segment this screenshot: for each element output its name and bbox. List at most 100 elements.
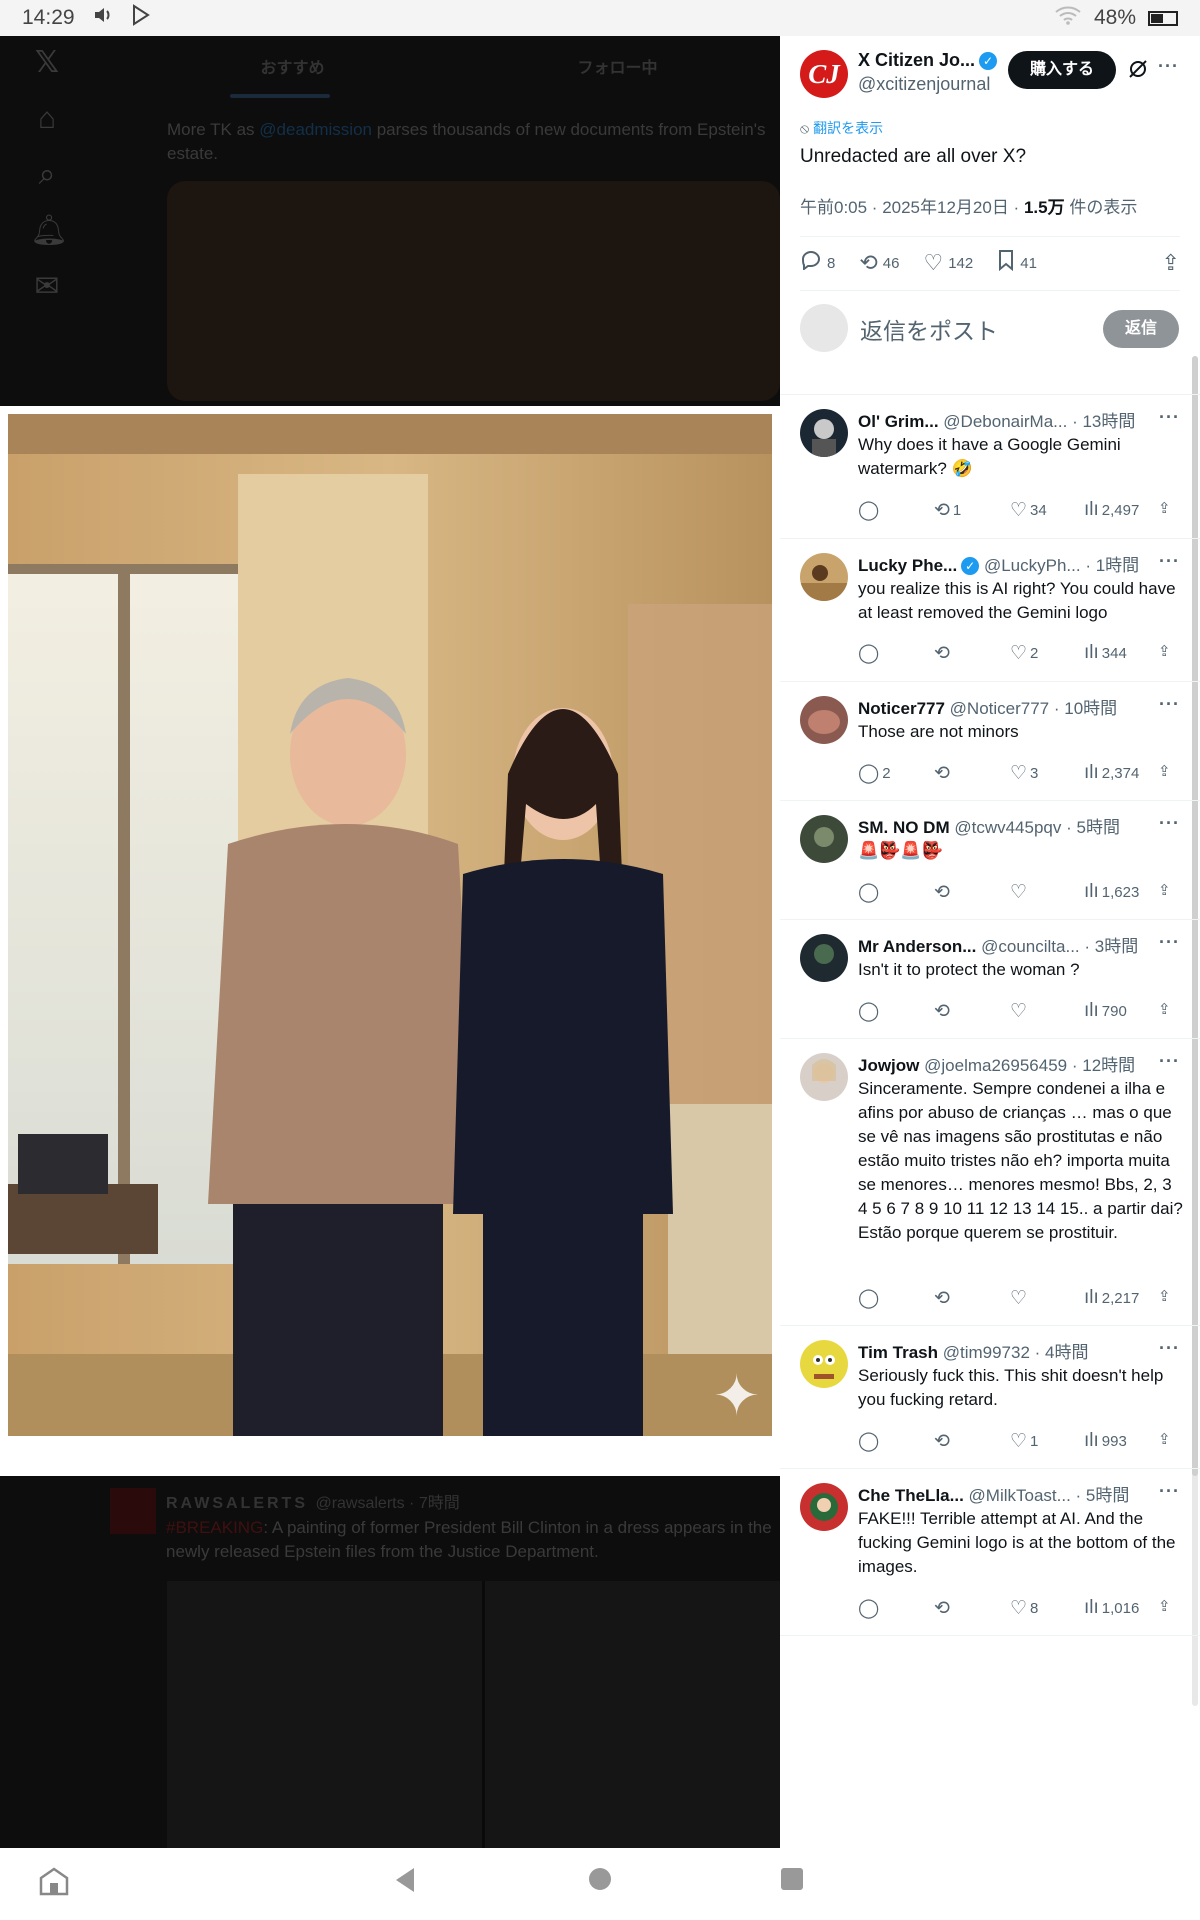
buy-button[interactable]: 購入する (1008, 51, 1116, 89)
avatar[interactable] (800, 409, 848, 457)
feed-avatar[interactable] (110, 1488, 156, 1534)
repost-button[interactable]: ⟲ (934, 1287, 953, 1310)
like-button[interactable]: ♡ 2 (1010, 642, 1038, 665)
mail-icon[interactable]: ✉ (30, 270, 64, 304)
more-options-icon[interactable]: ··· (1159, 813, 1180, 834)
heart-icon: ♡ (1010, 1001, 1028, 1022)
like-button[interactable]: ♡ (1010, 1287, 1030, 1310)
bell-icon[interactable]: 🔔︎ (30, 214, 68, 248)
share-icon[interactable]: ⇪ (1158, 1287, 1171, 1305)
reply-button[interactable]: ◯ (858, 1597, 882, 1620)
reply-actions: ◯ 2 ⟲ ♡ 3 ılı 2,374 ⇪ (858, 762, 1180, 788)
bookmark-button[interactable]: 41 (997, 249, 1037, 277)
more-options-icon[interactable]: ··· (1159, 932, 1180, 953)
avatar[interactable] (800, 553, 848, 601)
repost-button[interactable]: ⟲ 1 (934, 499, 961, 522)
reply-item[interactable]: Ol' Grim... @DebonairMa... · 13時間 ··· Wh… (780, 394, 1200, 538)
share-icon[interactable]: ⇪ (1158, 881, 1171, 899)
tab-for-you[interactable]: おすすめ (130, 36, 455, 98)
reply-item[interactable]: Noticer777 @Noticer777 · 10時間 ··· Those … (780, 681, 1200, 800)
share-icon[interactable]: ⇪ (1158, 1430, 1171, 1448)
repost-button[interactable]: ⟲ (934, 1000, 953, 1023)
repost-button[interactable]: ⟲ (934, 1597, 953, 1620)
reply-button[interactable]: ◯ 2 (858, 762, 891, 785)
more-options-icon[interactable]: ··· (1159, 407, 1180, 428)
views-button[interactable]: ılı 344 (1084, 642, 1127, 664)
author-name[interactable]: X Citizen Jo... ✓ (858, 50, 998, 71)
reply-button[interactable]: 8 (800, 250, 835, 276)
views-button[interactable]: ılı 2,374 (1084, 762, 1139, 784)
repost-button[interactable]: ⟲ (934, 762, 953, 785)
reply-item[interactable]: Lucky Phe... ✓ @LuckyPh... · 1時間 ··· you … (780, 538, 1200, 681)
reply-item[interactable]: Che TheLla... @MilkToast... · 5時間 ··· FA… (780, 1468, 1200, 1636)
like-button[interactable]: ♡ (1010, 1000, 1030, 1023)
views-button[interactable]: ılı 1,623 (1084, 881, 1139, 903)
repost-button[interactable]: ⟲ (934, 881, 953, 904)
translate-link[interactable]: ⦸ 翻訳を表示 (800, 118, 883, 138)
avatar[interactable] (800, 1483, 848, 1531)
avatar[interactable] (800, 696, 848, 744)
like-button[interactable]: ♡ 1 (1010, 1430, 1038, 1453)
reply-header: Jowjow @joelma26956459 · 12時間 (858, 1056, 1136, 1075)
gemini-sparkle-icon: ✦ (713, 1364, 760, 1427)
avatar[interactable] (800, 1340, 848, 1388)
views-button[interactable]: ılı 2,217 (1084, 1287, 1139, 1309)
share-icon[interactable]: ⇪ (1158, 642, 1171, 660)
more-options-icon[interactable]: ··· (1159, 694, 1180, 715)
more-options-icon[interactable]: ··· (1159, 1051, 1180, 1072)
reply-input[interactable]: 返信をポスト (860, 312, 998, 346)
repost-button[interactable]: ⟲ 46 (859, 250, 899, 276)
feed-tweet-media[interactable] (167, 181, 780, 401)
home-icon[interactable]: ⌂ (30, 102, 64, 136)
reply-button[interactable]: ◯ (858, 1000, 882, 1023)
search-icon[interactable]: ⌕ (30, 158, 64, 192)
home-store-icon[interactable] (38, 1866, 70, 1903)
feed-tweet2-header: RAWSALERTS @rawsalerts · 7時間 (166, 1495, 460, 1512)
like-button[interactable]: ♡ 3 (1010, 762, 1038, 785)
author-handle[interactable]: @xcitizenjournal (858, 74, 990, 95)
views-button[interactable]: ılı 790 (1084, 1000, 1127, 1022)
share-icon[interactable]: ⇪ (1158, 499, 1171, 517)
grok-icon[interactable] (1127, 58, 1149, 87)
views-button[interactable]: ılı 1,016 (1084, 1597, 1139, 1619)
avatar[interactable] (800, 1053, 848, 1101)
repost-button[interactable]: ⟲ (934, 1430, 953, 1453)
reply-button[interactable]: ◯ (858, 499, 882, 522)
reply-submit-button[interactable]: 返信 (1103, 310, 1179, 348)
reply-button[interactable]: ◯ (858, 1430, 882, 1453)
mention-link[interactable]: @deadmission (259, 120, 372, 139)
tab-following[interactable]: フォロー中 (455, 36, 780, 98)
recents-icon[interactable] (780, 1866, 804, 1898)
like-button[interactable]: ♡ 142 (923, 250, 973, 276)
home-button-icon[interactable] (588, 1866, 612, 1898)
reply-button[interactable]: ◯ (858, 881, 882, 904)
more-options-icon[interactable]: ··· (1158, 56, 1179, 77)
share-icon[interactable]: ⇪ (1162, 250, 1180, 276)
reply-button[interactable]: ◯ (858, 642, 882, 665)
like-button[interactable]: ♡ 34 (1010, 499, 1047, 522)
share-icon[interactable]: ⇪ (1158, 762, 1171, 780)
avatar[interactable] (800, 815, 848, 863)
feed-tweet2-media[interactable] (167, 1581, 780, 1848)
like-button[interactable]: ♡ 8 (1010, 1597, 1038, 1620)
more-options-icon[interactable]: ··· (1159, 1338, 1180, 1359)
tweet-photo[interactable]: ✦ (8, 414, 772, 1436)
reply-item[interactable]: SM. NO DM @tcwv445pqv · 5時間 ··· 🚨👺🚨👺 ◯ ⟲… (780, 800, 1200, 919)
reply-item[interactable]: Jowjow @joelma26956459 · 12時間 ··· Sincer… (780, 1038, 1200, 1325)
avatar[interactable]: CJ (800, 50, 848, 98)
share-icon[interactable]: ⇪ (1158, 1000, 1171, 1018)
back-icon[interactable] (392, 1866, 418, 1901)
share-icon[interactable]: ⇪ (1158, 1597, 1171, 1615)
reply-actions: ◯ ⟲ ♡ 2 ılı 344 ⇪ (858, 642, 1180, 668)
reply-button[interactable]: ◯ (858, 1287, 882, 1310)
more-options-icon[interactable]: ··· (1159, 1481, 1180, 1502)
more-options-icon[interactable]: ··· (1159, 551, 1180, 572)
reply-item[interactable]: Mr Anderson... @councilta... · 3時間 ··· I… (780, 919, 1200, 1038)
like-button[interactable]: ♡ (1010, 881, 1030, 904)
avatar[interactable] (800, 934, 848, 982)
x-logo-icon[interactable]: 𝕏 (30, 46, 64, 80)
views-button[interactable]: ılı 993 (1084, 1430, 1127, 1452)
views-button[interactable]: ılı 2,497 (1084, 499, 1139, 521)
reply-item[interactable]: Tim Trash @tim99732 · 4時間 ··· Seriously … (780, 1325, 1200, 1468)
repost-button[interactable]: ⟲ (934, 642, 953, 665)
